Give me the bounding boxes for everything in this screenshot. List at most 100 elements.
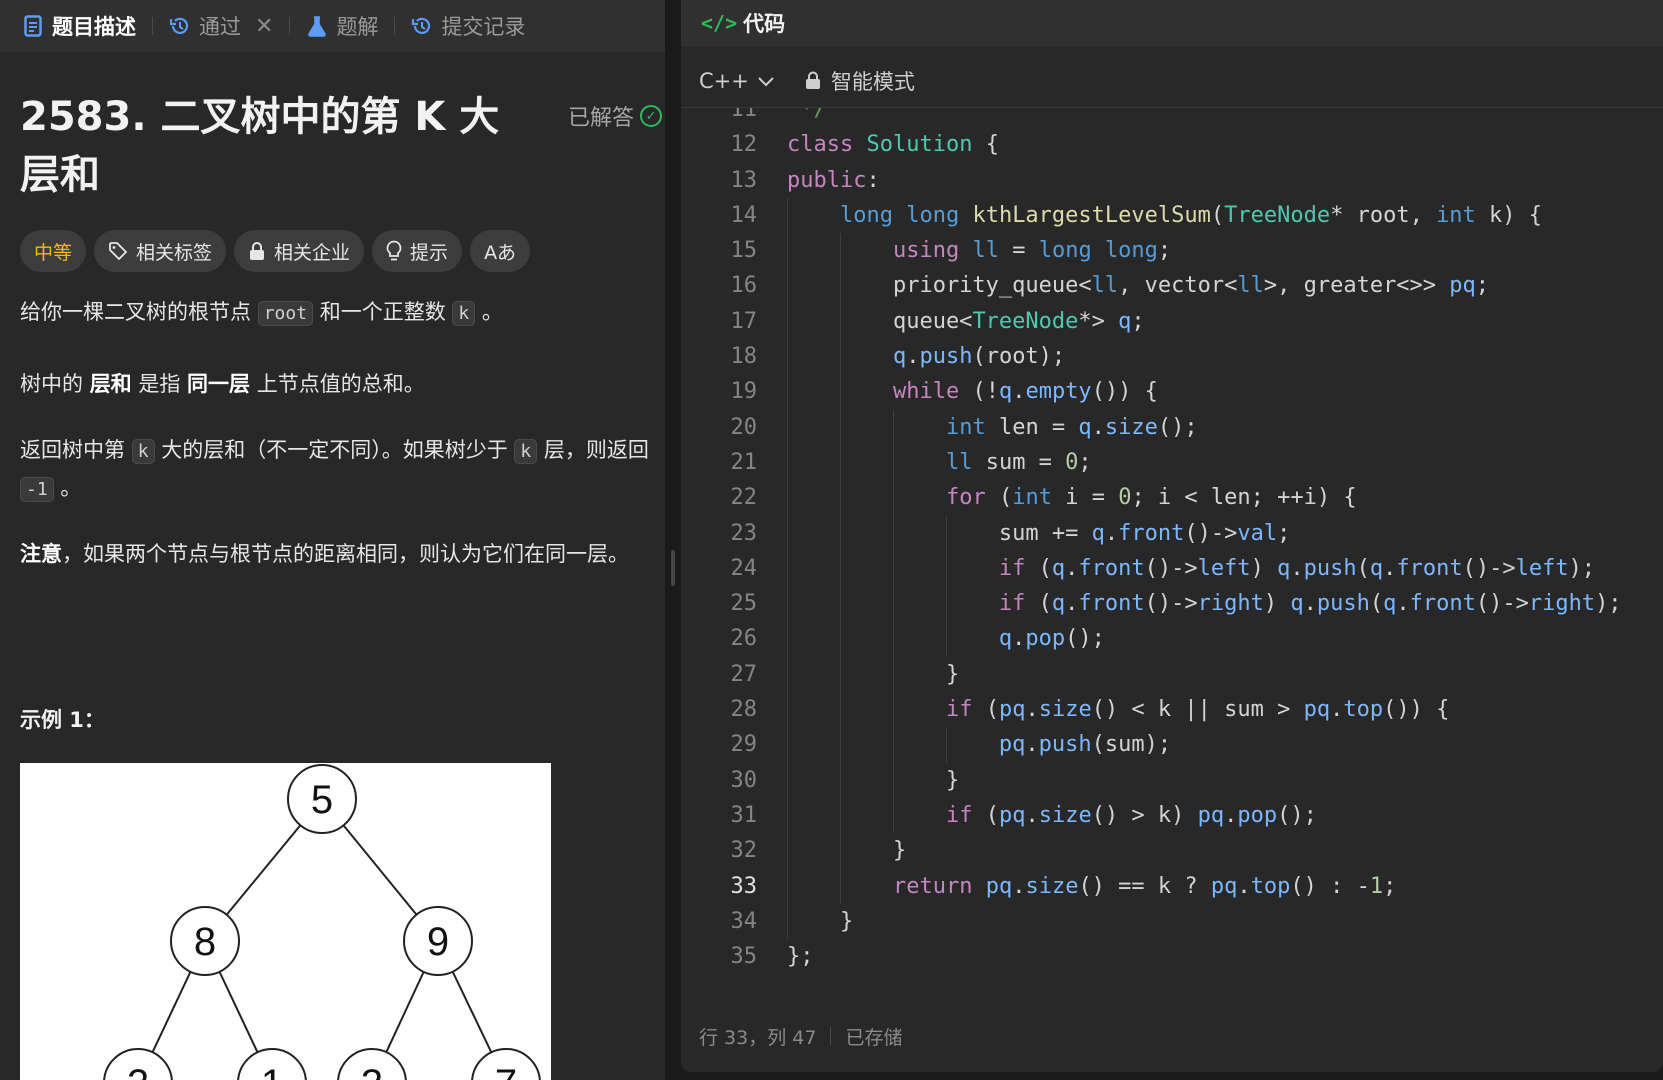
editor-toolbar: C++ 智能模式 xyxy=(681,54,1663,108)
lock-icon xyxy=(248,241,266,261)
code-text: */ xyxy=(787,108,827,122)
line-number: 22 xyxy=(730,485,758,511)
code-line[interactable]: 31 if (pq.size() > k) pq.pop(); xyxy=(681,797,1663,834)
code-line[interactable]: 14 long long kthLargestLevelSum(TreeNode… xyxy=(681,197,1663,234)
panel-resize-handle[interactable] xyxy=(666,0,680,1080)
saved-status: 已存储 xyxy=(845,1026,903,1049)
code-line[interactable]: 32 } xyxy=(681,833,1663,869)
code-line[interactable]: 25 if (q.front()->right) q.push(q.front(… xyxy=(681,586,1663,622)
code-line[interactable]: 12 class Solution { xyxy=(681,127,1663,162)
code-line[interactable]: 19 while (!q.empty()) { xyxy=(681,374,1663,410)
inline-code: k xyxy=(452,301,476,326)
line-number: 18 xyxy=(730,344,758,370)
line-number: 20 xyxy=(730,414,758,440)
problem-tab-bar: 题目描述 通过 ✕ 题解 提交记录 xyxy=(0,0,665,52)
smart-mode-toggle[interactable]: 智能模式 xyxy=(805,66,915,96)
cursor-position: 行 33，列 47 xyxy=(699,1026,817,1049)
code-line[interactable]: 33 return pq.size() == k ? pq.top() : -1… xyxy=(681,868,1663,904)
related-companies-label: 相关企业 xyxy=(274,241,351,264)
code-text: using ll = long long; xyxy=(892,238,1172,264)
code-line[interactable]: 34 } xyxy=(681,903,1663,940)
smart-mode-label: 智能模式 xyxy=(830,69,915,94)
line-number: 24 xyxy=(730,555,758,581)
related-tags-button[interactable]: 相关标签 xyxy=(94,230,227,272)
code-line[interactable]: 17 queue<TreeNode*> q; xyxy=(681,303,1663,340)
tab-accepted[interactable]: 通过 ✕ xyxy=(163,0,279,52)
code-line[interactable]: 27 } xyxy=(681,656,1663,693)
code-text: } xyxy=(787,767,960,793)
tab-separator xyxy=(394,17,396,35)
line-number: 11 xyxy=(730,108,758,122)
code-line[interactable]: 35}; xyxy=(681,939,1663,974)
tab-solutions[interactable]: 题解 xyxy=(300,0,384,52)
problem-chips: 中等 相关标签 相关企业 提示 Aあ xyxy=(20,230,531,272)
code-line[interactable]: 11 */ xyxy=(681,108,1663,127)
description-paragraph-1: 给你一棵二叉树的根节点 root 和一个正整数 k 。 xyxy=(20,300,503,326)
tab-submissions[interactable]: 提交记录 xyxy=(405,0,531,52)
hint-button[interactable]: 提示 xyxy=(372,230,463,272)
tree-node: 3 xyxy=(361,1062,383,1080)
inline-code: root xyxy=(257,301,314,326)
close-icon[interactable]: ✕ xyxy=(255,14,273,39)
line-number: 33 xyxy=(730,873,758,899)
code-text: if (pq.size() > k) pq.pop(); xyxy=(945,802,1317,828)
code-line[interactable]: 23 sum += q.front()->val; xyxy=(681,515,1663,551)
line-number: 31 xyxy=(730,802,758,828)
line-number: 12 xyxy=(730,132,758,158)
difficulty-badge: 中等 xyxy=(20,230,87,272)
example-tree-image: 5 8 9 2 1 3 7 xyxy=(20,763,551,1080)
code-text: }; xyxy=(787,944,814,970)
check-circle-icon: ✓ xyxy=(640,105,663,127)
code-line[interactable]: 29 pq.push(sum); xyxy=(681,727,1663,763)
code-line[interactable]: 13 public: xyxy=(681,163,1663,198)
tab-description[interactable]: 题目描述 xyxy=(16,0,142,52)
example-title: 示例 1： xyxy=(20,708,105,732)
code-text: ll sum = 0; xyxy=(945,449,1092,475)
code-line[interactable]: 24 if (q.front()->left) q.push(q.front()… xyxy=(681,550,1663,587)
code-area[interactable]: 11 */ 12 class Solution {13 public: 14 long … xyxy=(681,108,1663,984)
flask-icon xyxy=(306,15,328,37)
code-text: if (pq.size() < k || sum > pq.top()) { xyxy=(945,697,1450,723)
resize-grip[interactable] xyxy=(671,550,675,586)
code-text: queue<TreeNode*> q; xyxy=(787,308,1145,334)
code-line[interactable]: 15 using ll = long long; xyxy=(681,233,1663,269)
code-panel-header: </> 代码 xyxy=(681,0,1663,46)
description-paragraph-3: 返回树中第 k 大的层和（不一定不同）。如果树少于 k 层，则返回 -1 。 xyxy=(20,438,649,502)
history-icon xyxy=(411,15,433,37)
solved-status: 已解答 ✓ xyxy=(568,100,663,132)
code-text: public: xyxy=(787,167,880,193)
difficulty-label: 中等 xyxy=(34,241,73,264)
line-number: 30 xyxy=(730,767,758,793)
line-number: 14 xyxy=(730,202,758,228)
code-line[interactable]: 18 q.push(root); xyxy=(681,339,1663,375)
code-line[interactable]: 20 int len = q.size(); xyxy=(681,409,1663,445)
line-number: 34 xyxy=(730,908,758,934)
line-number: 15 xyxy=(730,238,758,264)
code-line[interactable]: 26 q.pop(); xyxy=(681,621,1663,657)
tab-accepted-label: 通过 xyxy=(199,15,241,39)
code-line[interactable]: 30 } xyxy=(681,762,1663,798)
language-select[interactable]: C++ xyxy=(699,69,775,93)
status-separator xyxy=(830,1027,832,1045)
translate-icon: Aあ xyxy=(484,241,517,264)
code-text: long long kthLargestLevelSum(TreeNode* r… xyxy=(839,202,1543,228)
code-line[interactable]: 28 if (pq.size() < k || sum > pq.top()) … xyxy=(681,692,1663,728)
lightbulb-icon xyxy=(386,240,402,262)
code-text: sum += q.front()->val; xyxy=(787,520,1291,546)
tag-icon xyxy=(108,241,128,261)
solved-status-label: 已解答 xyxy=(568,106,635,131)
tree-node: 9 xyxy=(427,920,449,964)
inline-code: -1 xyxy=(20,477,54,502)
line-number: 16 xyxy=(730,273,758,299)
language-label: C++ xyxy=(699,68,749,93)
description-paragraph-2: 树中的 层和 是指 同一层 上节点值的总和。 xyxy=(20,372,425,396)
line-number: 28 xyxy=(730,697,758,723)
code-line[interactable]: 22 for (int i = 0; i < len; ++i) { xyxy=(681,480,1663,516)
related-companies-button[interactable]: 相关企业 xyxy=(234,230,365,272)
code-text: priority_queue<ll, vector<ll>, greater<>… xyxy=(787,273,1490,299)
code-line[interactable]: 16 priority_queue<ll, vector<ll>, greate… xyxy=(681,268,1663,304)
translate-button[interactable]: Aあ xyxy=(470,230,531,272)
code-line[interactable]: 21 ll sum = 0; xyxy=(681,444,1663,481)
code-text: for (int i = 0; i < len; ++i) { xyxy=(945,485,1357,511)
tree-node: 8 xyxy=(194,920,216,964)
